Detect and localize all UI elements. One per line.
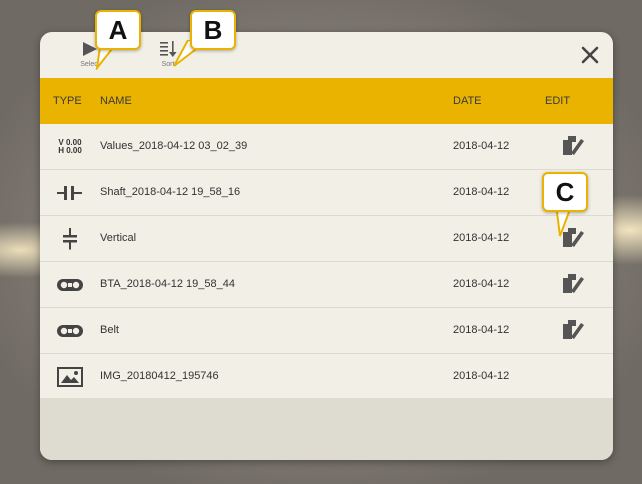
header-name: NAME — [100, 95, 132, 107]
header-type: TYPE — [53, 95, 82, 107]
close-icon — [581, 46, 599, 64]
table-row[interactable]: IMG_20180412_195746 2018-04-12 — [40, 354, 613, 400]
values-h-text: H 0.00 — [58, 145, 82, 155]
callout-b: B — [190, 10, 236, 50]
belt-icon — [50, 308, 90, 353]
values-icon: V 0.00 H 0.00 — [50, 124, 90, 169]
header-edit: EDIT — [545, 95, 571, 107]
bta-icon — [50, 262, 90, 307]
table-header: TYPE NAME DATE EDIT — [40, 78, 613, 124]
file-date: 2018-04-12 — [453, 324, 510, 336]
header-date: DATE — [453, 95, 482, 107]
shaft-icon — [50, 170, 90, 215]
vertical-icon — [50, 216, 90, 261]
file-date: 2018-04-12 — [453, 232, 510, 244]
edit-icon[interactable] — [560, 318, 586, 342]
table-row[interactable]: V 0.00 H 0.00 Values_2018-04-12 03_02_39 … — [40, 124, 613, 170]
file-date: 2018-04-12 — [453, 140, 510, 152]
image-icon — [50, 354, 90, 399]
file-list-dialog: Select Sort TYPE NAME DATE EDIT V 0.00 H… — [40, 32, 613, 460]
file-date: 2018-04-12 — [453, 186, 510, 198]
file-name: Vertical — [100, 232, 137, 244]
dialog-footer — [40, 398, 613, 460]
callout-a: A — [95, 10, 141, 50]
edit-icon[interactable] — [560, 272, 586, 296]
file-name: Values_2018-04-12 03_02_39 — [100, 140, 248, 152]
close-button[interactable] — [579, 44, 601, 66]
table-row[interactable]: BTA_2018-04-12 19_58_44 2018-04-12 — [40, 262, 613, 308]
file-name: Belt — [100, 324, 119, 336]
table-row[interactable]: Belt 2018-04-12 — [40, 308, 613, 354]
file-date: 2018-04-12 — [453, 370, 510, 382]
file-date: 2018-04-12 — [453, 278, 510, 290]
file-list: V 0.00 H 0.00 Values_2018-04-12 03_02_39 … — [40, 124, 613, 400]
table-row[interactable]: Vertical 2018-04-12 — [40, 216, 613, 262]
table-row[interactable]: Shaft_2018-04-12 19_58_16 2018-04-12 — [40, 170, 613, 216]
callout-c: C — [542, 172, 588, 212]
edit-icon[interactable] — [560, 134, 586, 158]
file-name: Shaft_2018-04-12 19_58_16 — [100, 186, 241, 198]
file-name: BTA_2018-04-12 19_58_44 — [100, 278, 235, 290]
file-name: IMG_20180412_195746 — [100, 370, 219, 382]
